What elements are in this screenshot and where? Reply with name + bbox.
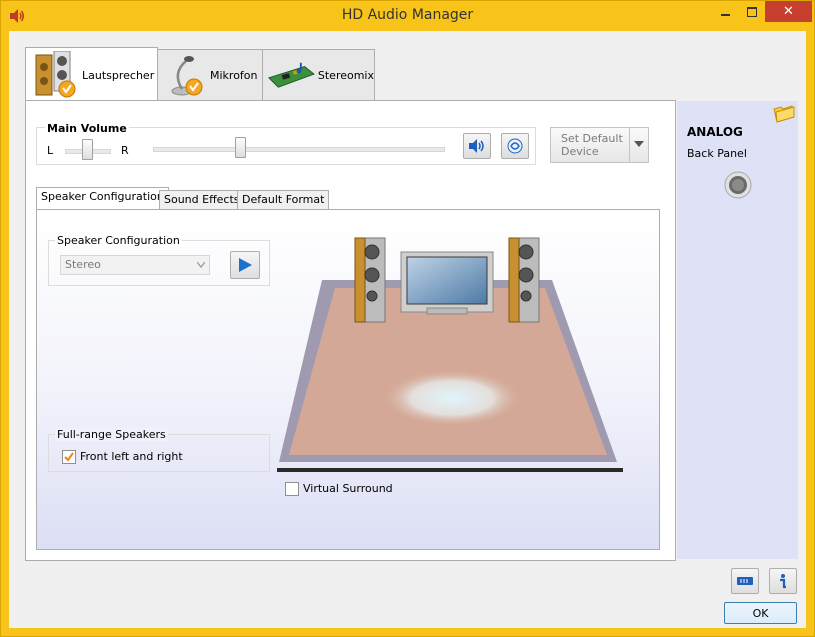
set-default-line2: Device [561, 145, 599, 158]
front-right-speaker-icon[interactable] [508, 237, 540, 323]
microphone-icon [171, 56, 203, 96]
ok-button[interactable]: OK [724, 602, 797, 624]
tv-icon [400, 251, 494, 315]
front-left-right-label: Front left and right [80, 450, 183, 463]
close-icon: ✕ [783, 4, 794, 19]
connector-icon [737, 577, 753, 585]
virtual-surround-label: Virtual Surround [303, 482, 393, 495]
speaker-configuration-group: Speaker Configuration Stereo [48, 234, 270, 286]
audio-settings-button[interactable] [501, 133, 529, 159]
front-left-right-checkbox[interactable] [62, 450, 76, 464]
tab-lautsprecher[interactable]: Lautsprecher [25, 47, 158, 102]
soundcard-icon [268, 62, 315, 88]
tab-stereomix-label: Stereomix [317, 68, 374, 82]
front-left-speaker-icon[interactable] [354, 237, 386, 323]
main-volume-group: Main Volume L R [36, 122, 536, 165]
app-window: HD Audio Manager ✕ Lautsprecher Mikrofon… [0, 0, 815, 637]
play-test-button[interactable] [230, 251, 260, 279]
title-bar: HD Audio Manager ✕ [1, 1, 814, 31]
speaker-configuration-panel: Speaker Configuration Stereo Full-range … [36, 209, 660, 550]
client-area: Lautsprecher Mikrofon Stereomix Main Vol… [9, 31, 806, 628]
minimize-button[interactable] [712, 1, 738, 22]
window-title: HD Audio Manager [341, 7, 474, 23]
minimize-icon [720, 13, 730, 16]
full-range-speakers-group: Full-range Speakers Front left and right [48, 428, 270, 472]
tab-sound-effects[interactable]: Sound Effects [159, 190, 245, 209]
back-panel-label: Back Panel [687, 147, 747, 160]
lautsprecher-panel: Main Volume L R Set Default Device Speak… [25, 100, 676, 561]
ok-button-label: OK [752, 606, 769, 620]
set-default-device-label: Set Default Device [561, 132, 623, 158]
play-icon [239, 258, 252, 272]
info-button[interactable] [769, 568, 797, 594]
connector-settings-button[interactable] [731, 568, 759, 594]
mute-button[interactable] [463, 133, 491, 159]
info-icon [780, 574, 786, 589]
tab-mikrofon-label: Mikrofon [210, 68, 258, 82]
chevron-down-icon [197, 262, 205, 268]
audio-wave-icon [507, 138, 523, 154]
speaker-volume-icon [469, 139, 484, 153]
sound-focus-glow [384, 370, 520, 426]
checkmark-icon [64, 452, 74, 462]
speaker-configuration-group-label: Speaker Configuration [55, 234, 182, 247]
audio-jack-icon[interactable] [724, 171, 752, 199]
analog-panel: ANALOG Back Panel [677, 101, 798, 559]
analog-title: ANALOG [687, 125, 743, 139]
main-volume-label: Main Volume [45, 122, 129, 135]
tab-stereomix[interactable]: Stereomix [262, 49, 375, 100]
full-range-speakers-label: Full-range Speakers [55, 428, 168, 441]
balance-slider[interactable] [81, 139, 93, 160]
set-default-device-button[interactable]: Set Default Device [550, 127, 649, 163]
dropdown-divider [629, 128, 630, 162]
sub-tab-strip: Speaker Configuration Sound Effects Defa… [36, 187, 660, 211]
chevron-down-icon [634, 141, 644, 147]
balance-left-label: L [47, 144, 54, 157]
speaker-configuration-selected: Stereo [65, 258, 101, 271]
speaker-configuration-select[interactable]: Stereo [60, 255, 210, 275]
tab-speaker-configuration[interactable]: Speaker Configuration [36, 187, 169, 209]
room-floor-edge [277, 468, 623, 472]
tab-mikrofon[interactable]: Mikrofon [157, 49, 263, 100]
virtual-surround-checkbox[interactable] [285, 482, 299, 496]
maximize-button[interactable] [738, 1, 765, 22]
balance-right-label: R [121, 144, 129, 157]
tab-lautsprecher-label: Lautsprecher [82, 68, 155, 82]
speaker-room-visualization [277, 237, 623, 472]
volume-track [153, 147, 445, 152]
tab-default-format[interactable]: Default Format [237, 190, 330, 209]
volume-slider[interactable] [234, 137, 246, 158]
close-button[interactable]: ✕ [765, 1, 812, 22]
speakers-icon [35, 51, 76, 98]
set-default-line1: Set Default [561, 132, 623, 145]
maximize-icon [746, 6, 757, 17]
folder-icon[interactable] [772, 103, 796, 123]
